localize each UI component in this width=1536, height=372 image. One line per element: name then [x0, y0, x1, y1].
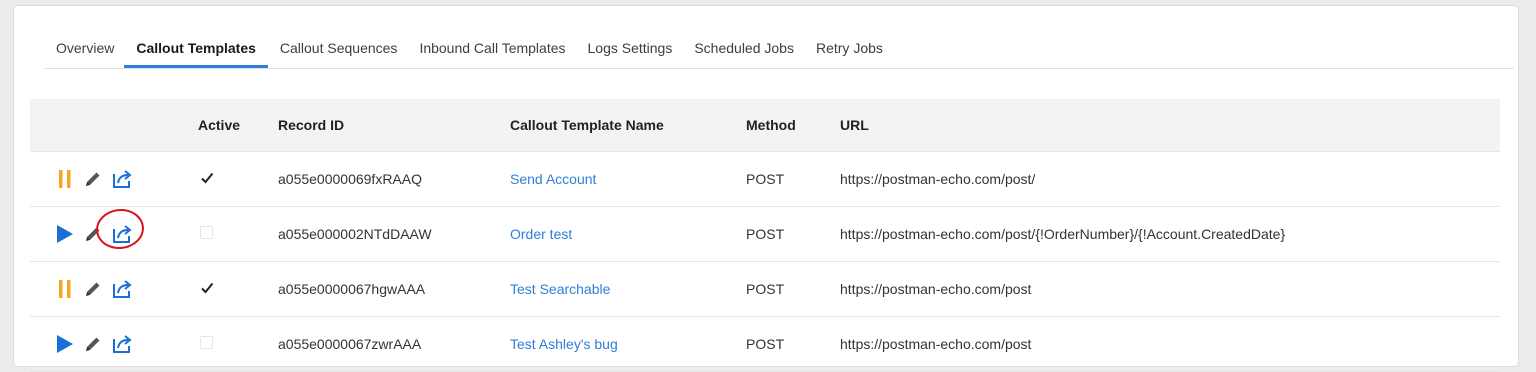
active-cell: [198, 336, 278, 352]
inactive-checkbox[interactable]: [200, 226, 213, 239]
tab-scheduled-jobs[interactable]: Scheduled Jobs: [694, 30, 794, 68]
tab-logs-settings[interactable]: Logs Settings: [588, 30, 673, 68]
callout-templates-table: Active Record ID Callout Template Name M…: [30, 99, 1500, 372]
play-icon[interactable]: [52, 332, 78, 356]
template-name-link[interactable]: Test Searchable: [510, 281, 746, 297]
url: https://postman-echo.com/post/: [840, 171, 1036, 187]
edit-pencil-icon[interactable]: [78, 277, 108, 301]
table-row: a055e0000067zwrAAA Test Ashley's bug POS…: [30, 317, 1500, 372]
tab-inbound-call-templates[interactable]: Inbound Call Templates: [419, 30, 565, 68]
export-icon[interactable]: [108, 167, 138, 191]
pause-icon[interactable]: [52, 167, 78, 191]
method: POST: [746, 336, 785, 352]
row-actions: [30, 332, 198, 356]
tab-overview[interactable]: Overview: [56, 30, 114, 68]
edit-pencil-icon[interactable]: [78, 167, 108, 191]
method: POST: [746, 226, 785, 242]
column-header-active[interactable]: Active: [198, 117, 278, 133]
column-header-method[interactable]: Method: [746, 117, 840, 133]
record-id: a055e0000067hgwAAA: [278, 281, 426, 297]
export-icon[interactable]: [108, 332, 138, 356]
template-name-link[interactable]: Send Account: [510, 171, 746, 187]
record-id: a055e0000069fxRAAQ: [278, 171, 422, 187]
method: POST: [746, 281, 785, 297]
column-header-name[interactable]: Callout Template Name: [510, 117, 746, 133]
url: https://postman-echo.com/post: [840, 281, 1032, 297]
tab-bar: Overview Callout Templates Callout Seque…: [44, 30, 1514, 69]
column-header-record-id[interactable]: Record ID: [278, 117, 510, 133]
table-row: a055e000002NTdDAAW Order test POST https…: [30, 206, 1500, 262]
tab-retry-jobs[interactable]: Retry Jobs: [816, 30, 883, 68]
template-name-link[interactable]: Order test: [510, 226, 746, 242]
url: https://postman-echo.com/post: [840, 336, 1032, 352]
url: https://postman-echo.com/post/{!OrderNum…: [840, 226, 1286, 242]
method: POST: [746, 171, 785, 187]
edit-pencil-icon[interactable]: [78, 222, 108, 246]
edit-pencil-icon[interactable]: [78, 332, 108, 356]
column-header-url[interactable]: URL: [840, 117, 1500, 133]
export-icon[interactable]: [94, 206, 146, 252]
export-icon[interactable]: [108, 277, 138, 301]
tab-callout-sequences[interactable]: Callout Sequences: [280, 30, 398, 68]
row-actions: [30, 206, 198, 252]
record-id: a055e0000067zwrAAA: [278, 336, 422, 352]
checkmark-icon[interactable]: [200, 171, 214, 185]
pause-icon[interactable]: [52, 277, 78, 301]
record-id: a055e000002NTdDAAW: [278, 226, 432, 242]
active-cell: [198, 171, 278, 188]
checkmark-icon[interactable]: [200, 281, 214, 295]
table-header: Active Record ID Callout Template Name M…: [30, 99, 1500, 152]
template-name-link[interactable]: Test Ashley's bug: [510, 336, 746, 352]
play-icon[interactable]: [52, 222, 78, 246]
inactive-checkbox[interactable]: [200, 336, 213, 349]
table-row: a055e0000067hgwAAA Test Searchable POST …: [30, 262, 1500, 317]
active-cell: [198, 281, 278, 298]
table-row: a055e0000069fxRAAQ Send Account POST htt…: [30, 152, 1500, 207]
active-cell: [198, 226, 278, 242]
row-actions: [30, 167, 198, 191]
row-actions: [30, 277, 198, 301]
tab-callout-templates[interactable]: Callout Templates: [124, 30, 268, 68]
